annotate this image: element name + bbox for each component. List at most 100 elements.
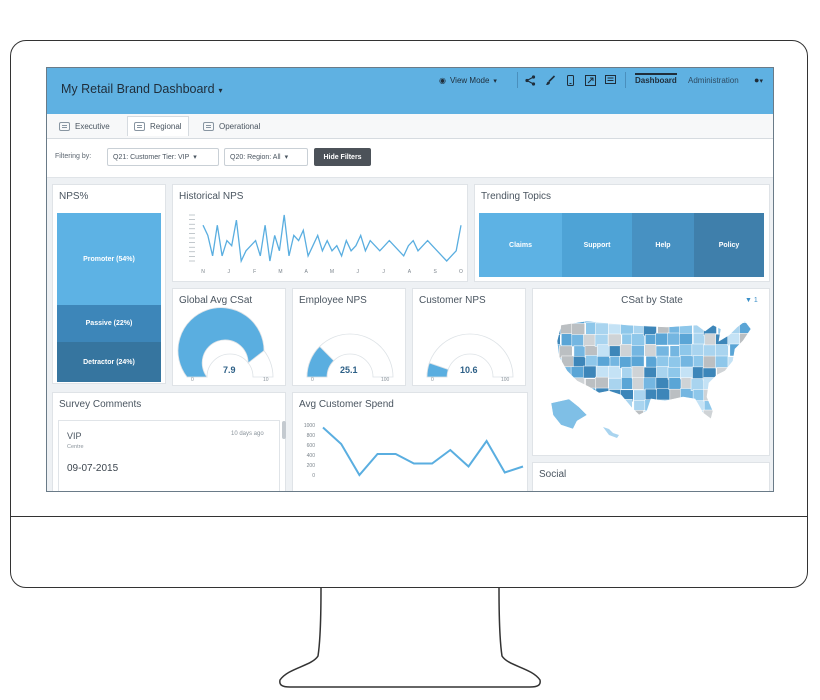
state-region xyxy=(667,409,681,419)
x-tick-label: M xyxy=(330,269,334,275)
filter-badge[interactable]: ▼ 1 xyxy=(745,297,758,304)
state-region xyxy=(608,365,622,379)
state-region xyxy=(716,389,731,402)
filter-funnel-icon: ▼ xyxy=(745,297,752,304)
dashboard-title: My Retail Brand Dashboard xyxy=(61,82,215,96)
state-region xyxy=(557,367,561,380)
comment-time: 10 days ago xyxy=(231,431,264,437)
mobile-preview-icon[interactable] xyxy=(565,75,576,86)
y-tick-label: 200 xyxy=(307,463,316,469)
toolbar-separator xyxy=(517,72,518,88)
topic-policy[interactable]: Policy xyxy=(694,213,764,277)
state-region xyxy=(656,388,670,401)
state-region xyxy=(643,410,657,419)
state-region xyxy=(583,334,597,347)
historical-nps-chart: NJFMAMJJASO xyxy=(189,214,463,275)
state-region xyxy=(655,377,670,390)
state-region xyxy=(643,366,658,380)
state-region xyxy=(595,387,610,401)
gauge-max: 100 xyxy=(381,377,390,383)
state-region xyxy=(679,399,694,413)
state-region xyxy=(595,365,610,379)
state-region xyxy=(657,321,671,325)
nps-detractor-segment[interactable]: Detractor (24%) xyxy=(57,342,161,382)
nav-administration[interactable]: Administration xyxy=(688,76,739,85)
x-tick-label: J xyxy=(228,269,231,275)
comment-icon[interactable] xyxy=(605,75,616,86)
view-mode-dropdown[interactable]: ◉ View Mode ▾ xyxy=(439,76,497,85)
expand-icon[interactable] xyxy=(585,75,596,86)
filter-customer-tier-dropdown[interactable]: Q21: Customer Tier: VIP ▾ xyxy=(107,148,219,166)
state-region xyxy=(727,356,742,369)
share-icon[interactable] xyxy=(525,75,536,86)
tab-operational[interactable]: Operational xyxy=(197,116,266,136)
state-region xyxy=(754,421,757,433)
state-region xyxy=(714,321,729,324)
user-menu[interactable]: ●▾ xyxy=(754,75,763,85)
hide-filters-button[interactable]: Hide Filters xyxy=(314,148,371,166)
state-region xyxy=(645,423,658,435)
state-region xyxy=(631,366,646,379)
state-region xyxy=(752,345,757,357)
state-region xyxy=(644,399,659,413)
state-region xyxy=(690,378,705,391)
state-region xyxy=(584,398,598,412)
state-region xyxy=(571,334,586,347)
state-region xyxy=(631,410,645,419)
state-region xyxy=(632,321,647,325)
tab-regional[interactable]: Regional xyxy=(127,116,189,136)
paint-brush-icon[interactable] xyxy=(545,75,556,86)
state-region xyxy=(607,333,622,347)
state-region xyxy=(751,389,757,401)
csat-by-state-widget: CSat by State ▼ 1 xyxy=(532,288,770,456)
topic-support[interactable]: Support xyxy=(562,213,632,277)
tab-executive[interactable]: Executive xyxy=(53,116,116,136)
state-region xyxy=(656,399,671,413)
survey-comment-card[interactable]: VIP Centre 10 days ago 09-07-2015 xyxy=(58,420,280,491)
state-region xyxy=(740,411,751,419)
state-region xyxy=(667,422,680,434)
gauge-min: 0 xyxy=(311,377,314,383)
state-region xyxy=(561,321,576,325)
filter-region-dropdown[interactable]: Q20: Region: All ▾ xyxy=(224,148,308,166)
state-region xyxy=(741,400,751,414)
filter-count: 1 xyxy=(753,297,758,304)
comments-scrollbar[interactable] xyxy=(282,421,286,439)
y-axis-ticks xyxy=(189,214,195,262)
filter-value: Q20: Region: All xyxy=(230,153,281,161)
dashboard-title-dropdown[interactable]: My Retail Brand Dashboard ▾ xyxy=(61,82,223,96)
state-region xyxy=(729,366,743,379)
nav-dashboard[interactable]: Dashboard xyxy=(635,76,677,85)
filter-bar: Filtering by: Q21: Customer Tier: VIP ▾ … xyxy=(47,139,773,178)
state-region xyxy=(718,423,731,435)
widget-title: Avg Customer Spend xyxy=(299,399,394,410)
state-region xyxy=(679,355,694,368)
state-region xyxy=(585,355,599,368)
topic-help[interactable]: Help xyxy=(632,213,694,277)
y-tick-label: 800 xyxy=(307,433,316,439)
nps-promoter-segment[interactable]: Promoter (54%) xyxy=(57,213,161,305)
state-region xyxy=(594,376,609,390)
topic-claims[interactable]: Claims xyxy=(479,213,562,277)
nps-passive-segment[interactable]: Passive (22%) xyxy=(57,305,161,342)
state-region xyxy=(691,343,706,357)
historical-nps-line xyxy=(202,214,462,264)
state-region xyxy=(753,357,757,369)
active-nav-indicator xyxy=(635,73,677,75)
historical-nps-widget: Historical NPS N J F M A M J J A S O xyxy=(172,184,468,282)
x-tick-label: S xyxy=(434,269,438,275)
state-region xyxy=(643,377,657,391)
comment-tier: VIP xyxy=(67,431,82,441)
x-axis-labels: NJFMAMJJASO xyxy=(201,269,463,275)
state-region xyxy=(631,345,645,358)
state-region xyxy=(619,356,633,369)
state-region xyxy=(597,410,611,419)
state-region xyxy=(752,368,757,380)
y-tick-label: 400 xyxy=(307,453,316,459)
state-region xyxy=(596,344,611,357)
state-region xyxy=(680,366,694,380)
state-region xyxy=(583,421,596,433)
state-region xyxy=(668,400,683,413)
us-map[interactable] xyxy=(547,311,757,441)
state-region xyxy=(740,321,751,325)
